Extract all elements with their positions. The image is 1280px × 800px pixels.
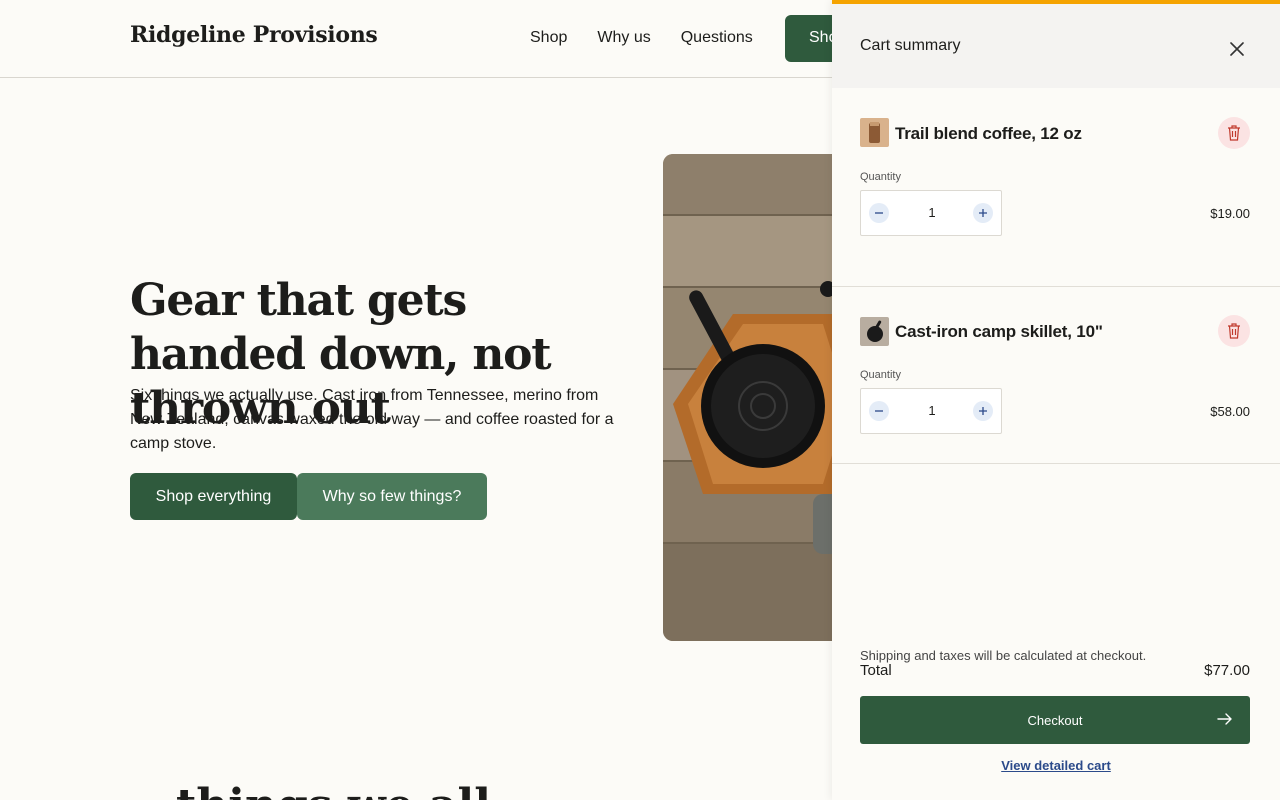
quantity-label: Quantity [860,369,901,381]
cart-drawer: Cart summary Trail blend coffee, 12 oz Q… [832,0,1280,800]
checkout-button[interactable]: Checkout [860,696,1250,744]
drawer-header: Cart summary [832,4,1280,88]
brand-logo[interactable]: Ridgeline Provisions [130,22,378,48]
hero-subtitle: Six things we actually use. Cast iron fr… [130,387,614,452]
coffee-thumbnail [860,118,889,147]
remove-item-button[interactable] [1218,315,1250,347]
item-price: $58.00 [1210,404,1250,419]
item-price: $19.00 [1210,206,1250,221]
main-nav: Shop Why us Questions [530,29,753,47]
hero-buttons: Shop everything Why so few things? [130,473,487,520]
nav-shop[interactable]: Shop [530,29,567,47]
view-detailed-cart-link[interactable]: View detailed cart [832,758,1280,773]
quantity-stepper: 1 [860,388,1002,434]
quantity-label: Quantity [860,171,901,183]
remove-item-button[interactable] [1218,117,1250,149]
cart-item: Trail blend coffee, 12 oz Quantity 1 $19… [832,88,1280,287]
increase-quantity-button[interactable] [973,203,993,223]
item-name: Trail blend coffee, 12 oz [895,124,1082,143]
plus-icon [979,209,987,217]
shipping-note: Shipping and taxes will be calculated at… [860,648,1147,663]
total-value: $77.00 [1204,662,1250,679]
close-icon [1230,42,1244,56]
nav-why-us[interactable]: Why us [597,29,650,47]
why-so-few-button[interactable]: Why so few things? [297,473,487,520]
item-name: Cast-iron camp skillet, 10" [895,322,1103,341]
close-cart-button[interactable] [1224,36,1250,62]
trash-icon [1228,323,1240,339]
cart-item: Cast-iron camp skillet, 10" Quantity 1 $… [832,287,1280,464]
shop-everything-button[interactable]: Shop everything [130,473,297,520]
nav-questions[interactable]: Questions [681,29,753,47]
plus-icon [979,407,987,415]
cart-title: Cart summary [860,37,961,54]
checkout-label: Checkout [1027,712,1083,728]
trash-icon [1228,125,1240,141]
skillet-thumbnail [860,317,889,346]
increase-quantity-button[interactable] [973,401,993,421]
total-label: Total [860,662,892,679]
arrow-right-icon [1217,713,1232,725]
next-section-heading: ...things we all... [130,780,537,800]
quantity-stepper: 1 [860,190,1002,236]
